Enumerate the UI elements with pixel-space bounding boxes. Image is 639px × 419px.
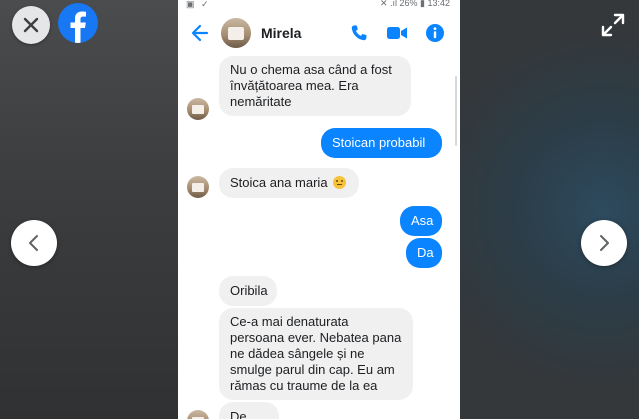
next-button[interactable] bbox=[581, 220, 627, 266]
expand-icon bbox=[601, 13, 625, 37]
sender-avatar bbox=[187, 176, 209, 198]
back-arrow-icon[interactable] bbox=[190, 23, 210, 43]
sender-avatar bbox=[187, 98, 209, 120]
facebook-f-icon bbox=[70, 11, 86, 43]
status-bar: ▣ ✓ ✕ .ıl 26% ▮ 13:42 bbox=[178, 0, 460, 11]
chevron-left-icon bbox=[29, 235, 38, 251]
close-button[interactable] bbox=[12, 6, 50, 44]
message-outgoing[interactable]: Da bbox=[406, 238, 442, 268]
message-incoming[interactable]: Ce-a mai denaturata persoana ever. Nebat… bbox=[219, 308, 413, 400]
message-incoming[interactable]: Oribila bbox=[219, 276, 277, 306]
info-icon[interactable] bbox=[425, 23, 445, 43]
backdrop-left bbox=[0, 0, 178, 419]
contact-avatar[interactable] bbox=[221, 18, 251, 48]
sender-avatar bbox=[187, 410, 209, 419]
message-incoming[interactable]: Stoica ana maria bbox=[219, 168, 359, 198]
chevron-right-icon bbox=[600, 235, 609, 251]
message-incoming[interactable]: Nu o chema asa când a fost învățătoarea … bbox=[219, 56, 411, 116]
contact-name[interactable]: Mirela bbox=[261, 25, 301, 41]
phone-icon[interactable] bbox=[350, 24, 368, 42]
message-text: Stoica ana maria bbox=[230, 175, 328, 190]
backdrop-right bbox=[460, 0, 639, 419]
fullscreen-button[interactable] bbox=[596, 8, 630, 42]
message-outgoing[interactable]: Asa bbox=[400, 206, 442, 236]
video-camera-icon[interactable] bbox=[386, 25, 408, 41]
message-outgoing[interactable]: Stoican probabil bbox=[321, 128, 442, 158]
scrollbar[interactable] bbox=[455, 76, 457, 146]
status-right: ✕ .ıl 26% ▮ 13:42 bbox=[379, 0, 450, 8]
chat-header: Mirela bbox=[178, 11, 460, 57]
smirk-emoji-icon bbox=[333, 176, 347, 189]
message-thread: Nu o chema asa când a fost învățătoarea … bbox=[178, 56, 460, 419]
chat-screenshot: ▣ ✓ ✕ .ıl 26% ▮ 13:42 Mirela Nu o chema … bbox=[178, 0, 460, 419]
facebook-logo[interactable] bbox=[58, 3, 98, 43]
message-incoming[interactable]: De ce? bbox=[219, 402, 279, 419]
close-icon bbox=[23, 17, 39, 33]
status-icons: ▣ ✓ bbox=[186, 0, 211, 9]
previous-button[interactable] bbox=[11, 220, 57, 266]
